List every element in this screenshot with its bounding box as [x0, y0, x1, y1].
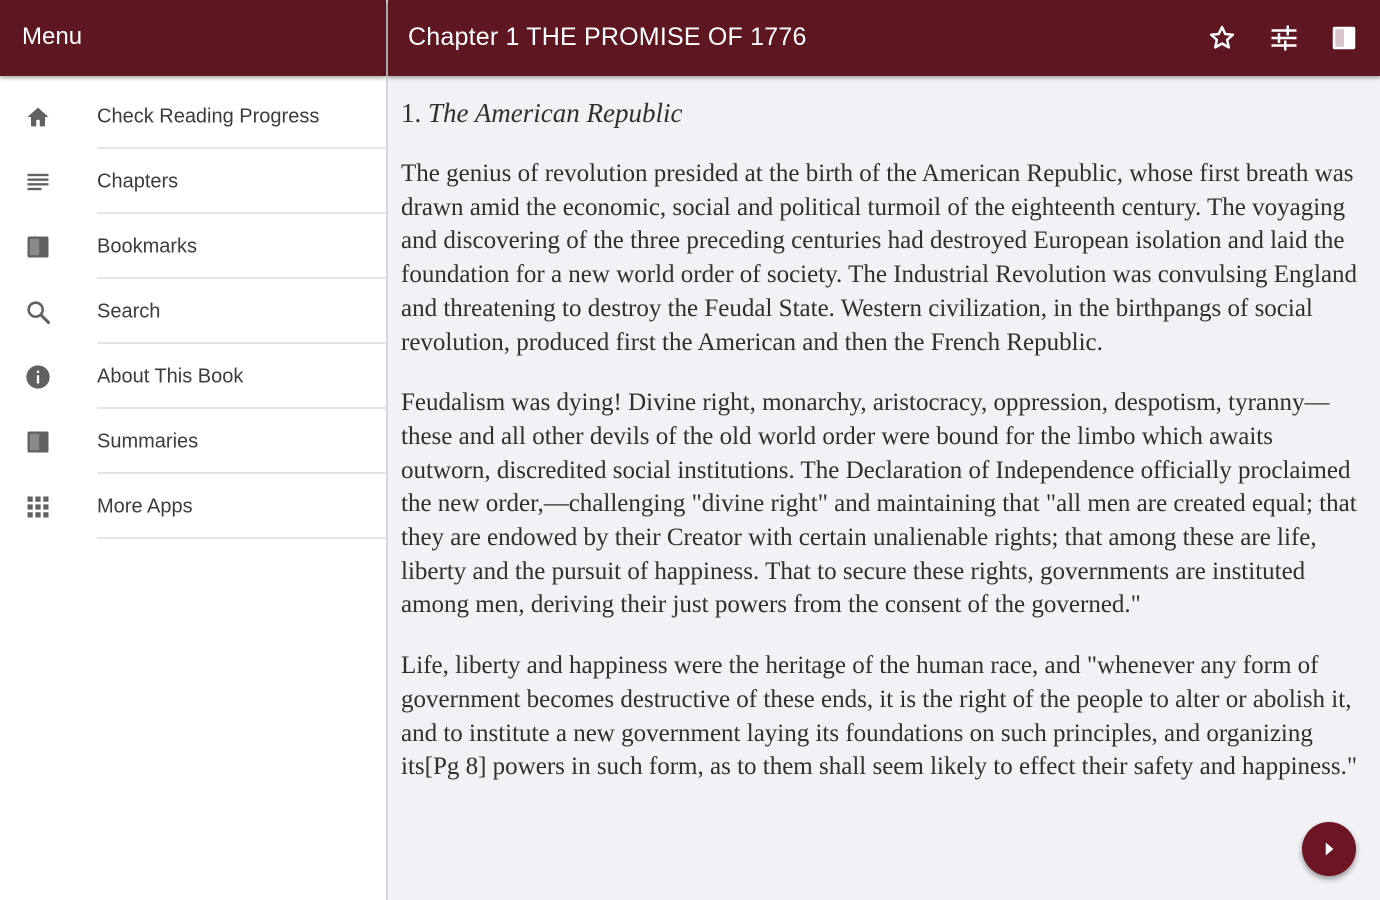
reader-app-bar: Chapter 1 THE PROMISE OF 1776 — [388, 0, 1380, 76]
nav-label: Search — [97, 300, 161, 323]
divider — [97, 342, 386, 344]
search-icon — [24, 298, 52, 326]
nav-more-apps[interactable]: More Apps — [0, 475, 386, 539]
nav-check-reading-progress[interactable]: Check Reading Progress — [0, 85, 386, 149]
reading-settings-button[interactable] — [1265, 19, 1303, 57]
navigation-drawer: Check Reading Progress Chapters Bookmark… — [0, 76, 386, 900]
book-icon — [24, 428, 52, 456]
section-heading: 1. The American Republic — [401, 96, 1366, 130]
book-toggle-icon — [1332, 26, 1356, 50]
divider — [97, 472, 386, 474]
paragraph: The genius of revolution presided at the… — [401, 160, 1358, 356]
info-icon — [24, 363, 52, 391]
toggle-drawer-button[interactable] — [1325, 19, 1363, 57]
nav-about-this-book[interactable]: About This Book — [0, 345, 386, 409]
nav-bookmarks[interactable]: Bookmarks — [0, 215, 386, 279]
star-icon — [1209, 25, 1235, 49]
nav-label: About This Book — [97, 365, 244, 388]
section-title: The American Republic — [428, 98, 683, 128]
divider — [97, 212, 386, 214]
divider — [97, 147, 386, 149]
nav-chapters[interactable]: Chapters — [0, 150, 386, 214]
nav-label: Summaries — [97, 430, 199, 453]
paragraph: Feudalism was dying! Divine right, monar… — [401, 389, 1357, 619]
drawer-header: Menu — [0, 0, 386, 76]
divider — [97, 407, 386, 409]
nav-summaries[interactable]: Summaries — [0, 410, 386, 474]
reading-pane[interactable]: 1. The American Republic The genius of r… — [388, 76, 1380, 900]
list-icon — [24, 168, 52, 196]
drawer-edge-divider — [386, 0, 388, 900]
book-icon — [24, 233, 52, 261]
chapter-text: 1. The American Republic The genius of r… — [401, 96, 1366, 811]
play-next-icon — [1325, 842, 1334, 856]
divider — [97, 537, 386, 539]
nav-label: Bookmarks — [97, 235, 198, 258]
home-icon — [24, 103, 52, 131]
section-number: 1. — [401, 98, 422, 128]
paragraph: Life, liberty and happiness were the her… — [401, 652, 1358, 781]
nav-search[interactable]: Search — [0, 280, 386, 344]
chapter-title: Chapter 1 THE PROMISE OF 1776 — [408, 23, 807, 51]
nav-label: Check Reading Progress — [97, 105, 320, 128]
grid-icon — [24, 493, 52, 521]
nav-label: Chapters — [97, 170, 179, 193]
settings-sliders-icon — [1271, 25, 1297, 51]
nav-label: More Apps — [97, 495, 193, 518]
bookmark-star-button[interactable] — [1203, 19, 1241, 57]
divider — [97, 277, 386, 279]
drawer-title: Menu — [22, 23, 83, 50]
next-page-fab[interactable] — [1302, 822, 1356, 876]
